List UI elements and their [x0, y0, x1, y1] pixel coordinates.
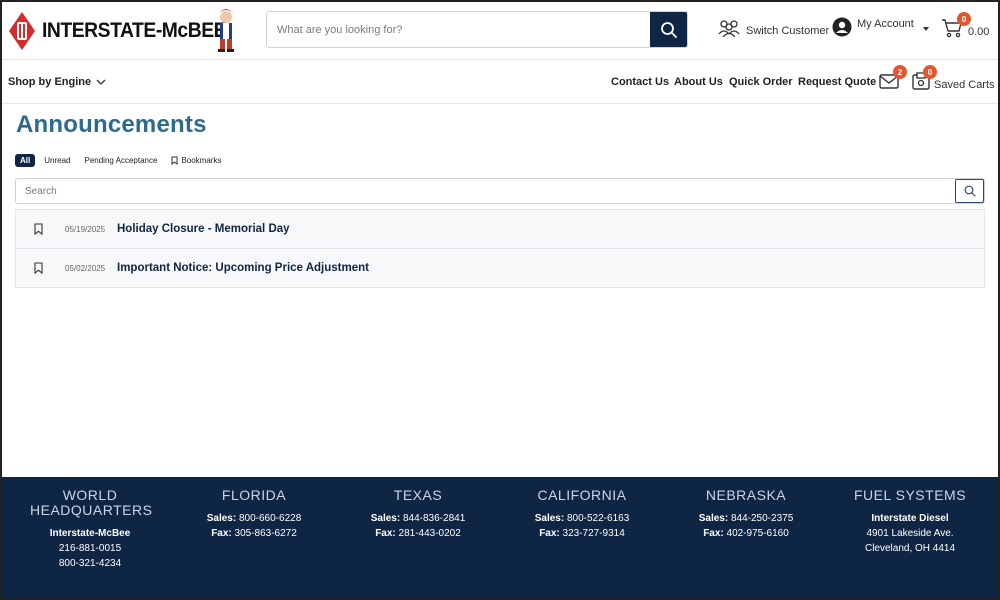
announcement-date: 05/19/2025: [65, 224, 106, 234]
footer-heading: FLORIDA: [221, 487, 287, 503]
footer-heading: CALIFORNIA: [537, 487, 627, 503]
site-header: INTERSTATE-McBEE Switch Customer: [0, 0, 1000, 60]
footer-sales-label: Sales:: [206, 513, 237, 524]
footer-col-texas: TEXAS Sales: 844-836-2841 Fax: 281-443-0…: [343, 488, 493, 541]
nav-quick-order[interactable]: Quick Order: [729, 76, 793, 88]
my-account-label: My Account: [857, 18, 914, 30]
filter-bookmarks-label: Bookmarks: [181, 156, 222, 165]
site-search-button[interactable]: [650, 12, 687, 47]
filter-pending-acceptance[interactable]: Pending Acceptance: [79, 154, 163, 167]
bookmark-icon: [171, 156, 178, 165]
footer-sales-phone[interactable]: 844-250-2375: [731, 513, 793, 524]
announcement-title[interactable]: Important Notice: Upcoming Price Adjustm…: [117, 262, 369, 274]
chevron-down-icon: [96, 79, 106, 85]
switch-customer-button[interactable]: Switch Customer: [717, 19, 829, 37]
footer-company: Interstate-McBee: [49, 528, 131, 539]
announcement-row[interactable]: 05/02/2025 Important Notice: Upcoming Pr…: [15, 248, 985, 288]
announcement-search: [15, 178, 985, 204]
logo-diamond-icon: [9, 12, 35, 50]
cart-count-badge: 0: [957, 12, 971, 26]
nav-request-quote[interactable]: Request Quote: [798, 76, 876, 88]
footer-phone[interactable]: 216-881-0015: [15, 541, 165, 556]
site-footer: WORLD HEADQUARTERS Interstate-McBee 216-…: [0, 477, 1000, 600]
announcement-search-button[interactable]: [955, 179, 984, 203]
switch-customer-label: Switch Customer: [746, 25, 830, 37]
footer-col-florida: FLORIDA Sales: 800-660-6228 Fax: 305-863…: [179, 488, 329, 541]
footer-heading: FUEL SYSTEMS: [853, 487, 967, 503]
bookmark-toggle[interactable]: [16, 223, 61, 235]
footer-fax-label: Fax:: [211, 528, 232, 539]
footer-sales-label: Sales:: [370, 513, 401, 524]
announcement-title[interactable]: Holiday Closure - Memorial Day: [117, 223, 290, 235]
nav-contact-us[interactable]: Contact Us: [611, 76, 669, 88]
mascot-icon: [218, 9, 234, 52]
announcement-date: 05/02/2025: [65, 263, 106, 273]
site-search: [266, 11, 688, 48]
page-title: Announcements: [16, 111, 207, 138]
account-caret-icon[interactable]: [923, 27, 929, 31]
footer-col-california: CALIFORNIA Sales: 800-522-6163 Fax: 323-…: [507, 488, 657, 541]
shop-by-engine-menu[interactable]: Shop by Engine: [8, 76, 106, 88]
footer-sales-phone[interactable]: 844-836-2841: [403, 513, 465, 524]
saved-carts-count-badge: 0: [923, 65, 937, 79]
users-icon: [718, 20, 740, 37]
my-account-button[interactable]: My Account: [832, 17, 914, 37]
filter-unread[interactable]: Unread: [39, 154, 76, 167]
site-search-input[interactable]: [267, 12, 650, 47]
footer-heading: TEXAS: [393, 487, 443, 503]
footer-sales-label: Sales:: [698, 513, 729, 524]
footer-fax-label: Fax:: [375, 528, 396, 539]
bookmark-icon: [34, 262, 43, 274]
footer-fax-label: Fax:: [703, 528, 724, 539]
filter-all[interactable]: All: [15, 154, 36, 167]
footer-address: Cleveland, OH 4414: [864, 543, 956, 554]
footer-fax-phone: 281-443-0202: [398, 528, 461, 539]
user-avatar-icon: [832, 17, 852, 37]
footer-sales-phone[interactable]: 800-522-6163: [567, 513, 629, 524]
brand-logo[interactable]: INTERSTATE-McBEE: [8, 8, 242, 54]
messages-count-badge: 2: [893, 65, 907, 79]
bookmark-icon: [34, 223, 43, 235]
footer-fax-phone: 402-975-6160: [726, 528, 789, 539]
footer-address: 4901 Lakeside Ave.: [866, 528, 954, 539]
announcement-list: 05/19/2025 Holiday Closure - Memorial Da…: [15, 209, 985, 288]
saved-carts-link[interactable]: Saved Carts: [934, 79, 995, 91]
footer-heading: WORLD HEADQUARTERS: [30, 487, 153, 518]
nav-about-us[interactable]: About Us: [674, 76, 723, 88]
footer-phone[interactable]: 800-321-4234: [15, 556, 165, 571]
footer-fax-phone: 323-727-9314: [562, 528, 625, 539]
footer-col-world-hq: WORLD HEADQUARTERS Interstate-McBee 216-…: [15, 488, 165, 571]
footer-col-fuel-systems: FUEL SYSTEMS Interstate Diesel 4901 Lake…: [835, 488, 985, 556]
footer-heading: NEBRASKA: [705, 487, 787, 503]
shop-by-engine-label: Shop by Engine: [8, 76, 92, 88]
main-nav: Shop by Engine Contact Us About Us Quick…: [0, 60, 1000, 104]
footer-fax-label: Fax:: [539, 528, 560, 539]
search-icon: [964, 185, 976, 197]
announcement-search-input[interactable]: [16, 179, 955, 203]
footer-sales-label: Sales:: [534, 513, 565, 524]
announcement-row[interactable]: 05/19/2025 Holiday Closure - Memorial Da…: [15, 209, 985, 249]
footer-fax-phone: 305-863-6272: [234, 528, 297, 539]
brand-name: INTERSTATE-McBEE: [42, 19, 227, 42]
footer-sales-phone[interactable]: 800-660-6228: [239, 513, 301, 524]
cart-total: 0.00: [968, 26, 990, 38]
bookmark-toggle[interactable]: [16, 262, 61, 274]
search-icon: [660, 21, 677, 38]
footer-col-nebraska: NEBRASKA Sales: 844-250-2375 Fax: 402-97…: [671, 488, 821, 541]
footer-company: Interstate Diesel: [871, 513, 949, 524]
announcement-filters: All Unread Pending Acceptance Bookmarks: [15, 154, 227, 167]
filter-bookmarks[interactable]: Bookmarks: [166, 154, 227, 167]
